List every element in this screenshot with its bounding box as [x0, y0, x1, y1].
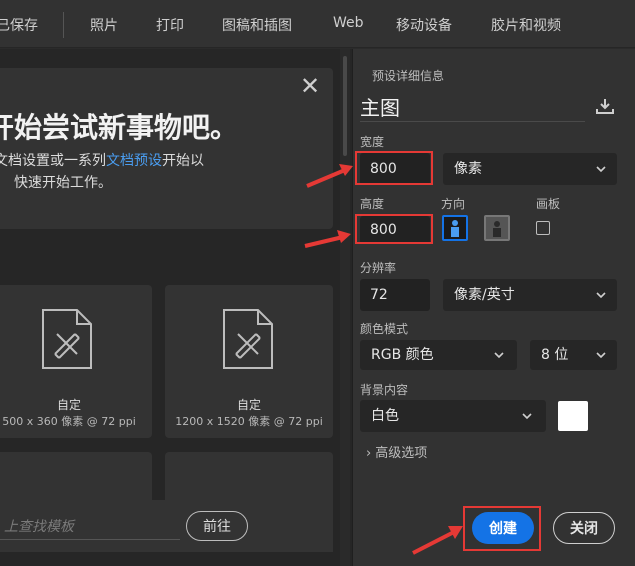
- color-mode-label: 颜色模式: [360, 322, 409, 336]
- width-label: 宽度: [360, 135, 385, 149]
- template-name: 自定: [236, 398, 261, 412]
- artboard-checkbox[interactable]: [536, 221, 550, 235]
- chevron-down-icon: [596, 292, 606, 299]
- document-icon: [223, 309, 273, 369]
- document-presets-link[interactable]: 文档预设: [106, 153, 162, 169]
- background-value: 白色: [371, 408, 399, 424]
- tab-art-illustration[interactable]: 图稿和插图: [222, 15, 292, 35]
- resolution-label: 分辨率: [360, 261, 397, 275]
- background-label: 背景内容: [360, 383, 409, 397]
- orientation-label: 方向: [441, 197, 466, 211]
- tab-film-video[interactable]: 胶片和视频: [491, 15, 561, 35]
- intro-banner: [0, 68, 333, 229]
- tab-separator: [63, 12, 64, 38]
- width-unit-value: 像素: [454, 161, 482, 177]
- tab-print[interactable]: 打印: [156, 15, 184, 35]
- close-icon[interactable]: ✕: [300, 74, 320, 98]
- template-size: 1200 x 1520 像素 @ 72 ppi: [175, 415, 323, 428]
- tab-mobile[interactable]: 移动设备: [396, 15, 452, 35]
- annotation-arrow-icon: [412, 526, 463, 555]
- intro-description-line2: 快速开始工作。: [14, 175, 112, 191]
- create-button[interactable]: 创建: [472, 512, 534, 544]
- annotation-arrow-icon: [306, 164, 353, 188]
- bit-depth-value: 8 位: [541, 347, 569, 363]
- tab-photo[interactable]: 照片: [90, 15, 118, 35]
- preset-tab-bar: 已保存 照片 打印 图稿和插图 Web 移动设备 胶片和视频: [0, 0, 635, 48]
- scrollbar-thumb[interactable]: [343, 56, 347, 156]
- portrait-orientation-button[interactable]: [442, 215, 468, 241]
- annotation-arrow-icon: [304, 230, 351, 248]
- intro-description-text: 文档设置或一系列: [0, 153, 106, 169]
- landscape-orientation-button[interactable]: [484, 215, 510, 241]
- section-title: 预设详细信息: [372, 69, 445, 83]
- resolution-input[interactable]: 72: [360, 279, 430, 311]
- width-unit-select[interactable]: 像素: [443, 153, 617, 185]
- color-mode-value: RGB 颜色: [371, 347, 434, 363]
- template-size: 500 x 360 像素 @ 72 ppi: [2, 415, 136, 428]
- annotation-box: [355, 151, 433, 185]
- chevron-down-icon: [522, 413, 532, 420]
- resolution-unit-value: 像素/英寸: [454, 287, 515, 303]
- chevron-right-icon: ›: [366, 446, 372, 461]
- height-label: 高度: [360, 197, 385, 211]
- tab-saved[interactable]: 已保存: [0, 15, 38, 35]
- tab-web[interactable]: Web: [333, 15, 364, 31]
- resolution-unit-select[interactable]: 像素/英寸: [443, 279, 617, 311]
- chevron-down-icon: [596, 352, 606, 359]
- goto-button[interactable]: 前往: [186, 511, 248, 541]
- advanced-options-toggle[interactable]: › 高级选项: [366, 442, 427, 461]
- artboard-label: 画板: [536, 197, 561, 211]
- portrait-icon: [451, 220, 459, 237]
- landscape-icon: [493, 221, 501, 237]
- document-icon: [42, 309, 92, 369]
- template-name: 自定: [56, 398, 81, 412]
- background-color-swatch[interactable]: [558, 401, 588, 431]
- background-select[interactable]: 白色: [360, 400, 546, 432]
- close-button[interactable]: 关闭: [553, 512, 615, 544]
- intro-description-text-end: 开始以: [162, 153, 204, 169]
- intro-description: 文档设置或一系列文档预设开始以: [0, 150, 204, 170]
- advanced-options-label: 高级选项: [375, 446, 428, 461]
- intro-title: 开始尝试新事物吧。: [0, 111, 239, 144]
- chevron-down-icon: [596, 166, 606, 173]
- template-search-input[interactable]: [0, 514, 180, 540]
- chevron-down-icon: [494, 352, 504, 359]
- annotation-box: [355, 214, 433, 244]
- preset-name-input[interactable]: 主图: [360, 92, 585, 122]
- save-preset-icon[interactable]: [595, 97, 615, 115]
